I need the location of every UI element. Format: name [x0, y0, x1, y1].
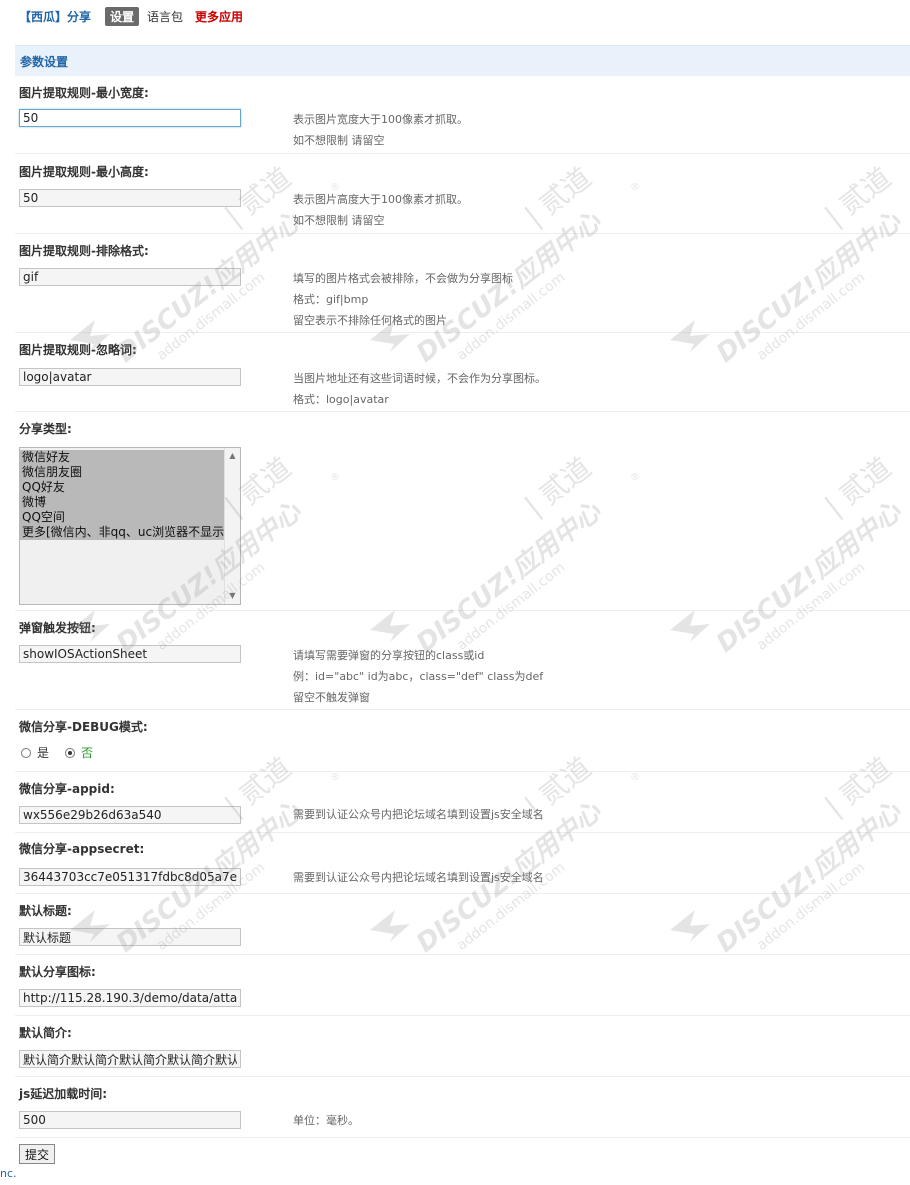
debug-yes-label[interactable]: 是	[37, 744, 49, 761]
tab-settings[interactable]: 设置	[105, 6, 140, 26]
section-title: 参数设置	[15, 45, 910, 76]
field-label: 分享类型:	[19, 422, 72, 436]
plugin-name: 【西瓜】分享	[19, 9, 92, 24]
setting-row-debug-mode: 微信分享-DEBUG模式: 是 否	[15, 710, 910, 772]
help-text: 需要到认证公众号内把论坛域名填到设置js安全域名	[293, 804, 544, 825]
scroll-up-icon[interactable]: ▲	[225, 449, 240, 463]
help-line: 如不想限制 请留空	[293, 134, 385, 147]
default-title-input[interactable]	[19, 928, 241, 946]
share-types-options: 微信好友 微信朋友圈 QQ好友 微博 QQ空间 更多[微信内、非qq、uc浏览器…	[20, 450, 225, 540]
share-type-option[interactable]: 更多[微信内、非qq、uc浏览器不显示]	[20, 525, 225, 540]
field-label: 图片提取规则-最小宽度:	[19, 86, 149, 100]
help-text: 填写的图片格式会被排除，不会做为分享图标 格式：gif|bmp 留空表示不排除任…	[293, 268, 513, 331]
setting-row-share-types: 分享类型: 微信好友 微信朋友圈 QQ好友 微博 QQ空间 更多[微信内、非qq…	[15, 412, 910, 611]
help-text: 请填写需要弹窗的分享按钮的class或id 例：id="abc" id为abc，…	[293, 645, 543, 708]
help-line: 请填写需要弹窗的分享按钮的class或id	[293, 649, 485, 662]
help-line: 留空表示不排除任何格式的图片	[293, 314, 447, 327]
field-label: 默认标题:	[19, 904, 72, 918]
setting-row-popup-trigger: 弹窗触发按钮: 请填写需要弹窗的分享按钮的class或id 例：id="abc"…	[15, 611, 910, 710]
ignore-words-input[interactable]	[19, 368, 241, 386]
field-label: 默认简介:	[19, 1026, 72, 1040]
appid-input[interactable]	[19, 806, 241, 824]
help-line: 留空不触发弹窗	[293, 691, 370, 704]
default-icon-input[interactable]	[19, 989, 241, 1007]
help-line: 如不想限制 请留空	[293, 214, 385, 227]
scrollbar[interactable]: ▲ ▼	[224, 448, 240, 604]
setting-row-min-height: 图片提取规则-最小高度: 表示图片高度大于100像素才抓取。 如不想限制 请留空	[15, 155, 910, 234]
field-label: 默认分享图标:	[19, 965, 96, 979]
help-text: 当图片地址还有这些词语时候，不会作为分享图标。 格式：logo|avatar	[293, 368, 546, 410]
help-line: 需要到认证公众号内把论坛域名填到设置js安全域名	[293, 808, 544, 821]
submit-button[interactable]: 提交	[19, 1144, 56, 1164]
top-nav: 【西瓜】分享 设置 语言包 更多应用	[19, 6, 243, 26]
field-label: 微信分享-appid:	[19, 782, 115, 796]
share-type-option[interactable]: QQ好友	[20, 480, 225, 495]
popup-trigger-input[interactable]	[19, 645, 241, 663]
help-text: 表示图片高度大于100像素才抓取。 如不想限制 请留空	[293, 189, 468, 231]
min-height-input[interactable]	[19, 189, 241, 207]
appsecret-input[interactable]	[19, 868, 241, 886]
exclude-format-input[interactable]	[19, 268, 241, 286]
help-text: 单位：毫秒。	[293, 1110, 359, 1131]
help-line: 表示图片宽度大于100像素才抓取。	[293, 113, 468, 126]
help-line: 例：id="abc" id为abc，class="def" class为def	[293, 670, 544, 683]
setting-row-ignore-words: 图片提取规则-忽略词: 当图片地址还有这些词语时候，不会作为分享图标。 格式：l…	[15, 333, 910, 412]
setting-row-default-desc: 默认简介:	[15, 1016, 910, 1077]
setting-row-exclude-format: 图片提取规则-排除格式: 填写的图片格式会被排除，不会做为分享图标 格式：gif…	[15, 234, 910, 333]
setting-row-js-delay: js延迟加载时间: 单位：毫秒。	[15, 1077, 910, 1138]
tab-language-pack[interactable]: 语言包	[147, 8, 183, 25]
default-desc-input[interactable]	[19, 1050, 241, 1068]
min-width-input[interactable]	[19, 109, 241, 127]
tab-more-apps[interactable]: 更多应用	[195, 8, 243, 25]
share-type-option[interactable]: 微信好友	[20, 450, 225, 465]
share-types-multiselect[interactable]: 微信好友 微信朋友圈 QQ好友 微博 QQ空间 更多[微信内、非qq、uc浏览器…	[19, 447, 241, 605]
help-line: 格式：logo|avatar	[293, 393, 389, 406]
setting-row-appsecret: 微信分享-appsecret: 需要到认证公众号内把论坛域名填到设置js安全域名	[15, 833, 910, 894]
footer-copyright-fragment: nc.	[0, 1167, 17, 1180]
help-text: 表示图片宽度大于100像素才抓取。 如不想限制 请留空	[293, 109, 468, 151]
help-line: 表示图片高度大于100像素才抓取。	[293, 193, 468, 206]
field-label: 图片提取规则-忽略词:	[19, 343, 137, 357]
help-line: 填写的图片格式会被排除，不会做为分享图标	[293, 272, 513, 285]
help-line: 格式：gif|bmp	[293, 293, 369, 306]
setting-row-default-icon: 默认分享图标:	[15, 955, 910, 1016]
field-label: 弹窗触发按钮:	[19, 621, 96, 635]
field-label: 微信分享-DEBUG模式:	[19, 720, 148, 734]
debug-no-label[interactable]: 否	[81, 744, 93, 761]
help-line: 当图片地址还有这些词语时候，不会作为分享图标。	[293, 372, 546, 385]
setting-row-min-width: 图片提取规则-最小宽度: 表示图片宽度大于100像素才抓取。 如不想限制 请留空	[15, 76, 910, 154]
help-line: 单位：毫秒。	[293, 1114, 359, 1127]
setting-row-appid: 微信分享-appid: 需要到认证公众号内把论坛域名填到设置js安全域名	[15, 772, 910, 833]
field-label: 图片提取规则-最小高度:	[19, 165, 149, 179]
row-divider	[15, 1137, 910, 1138]
share-type-option[interactable]: 微信朋友圈	[20, 465, 225, 480]
scroll-down-icon[interactable]: ▼	[225, 589, 240, 603]
share-type-option[interactable]: QQ空间	[20, 510, 225, 525]
field-label: 微信分享-appsecret:	[19, 842, 145, 856]
share-type-option[interactable]: 微博	[20, 495, 225, 510]
field-label: js延迟加载时间:	[19, 1087, 108, 1101]
js-delay-input[interactable]	[19, 1111, 241, 1129]
row-divider	[15, 153, 910, 154]
setting-row-default-title: 默认标题:	[15, 894, 910, 955]
help-text: 需要到认证公众号内把论坛域名填到设置js安全域名	[293, 867, 544, 888]
debug-yes-radio[interactable]	[21, 747, 31, 758]
help-line: 需要到认证公众号内把论坛域名填到设置js安全域名	[293, 871, 544, 884]
debug-radio-group: 是 否	[21, 744, 103, 761]
debug-no-radio[interactable]	[65, 747, 76, 758]
field-label: 图片提取规则-排除格式:	[19, 244, 149, 258]
